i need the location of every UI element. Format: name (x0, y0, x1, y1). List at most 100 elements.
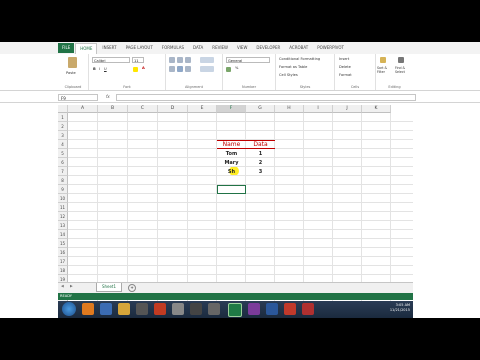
tab-acrobat[interactable]: ACROBAT (285, 43, 312, 53)
row-header-6[interactable]: 6 (58, 158, 68, 167)
column-header-d[interactable]: D (158, 105, 188, 113)
column-header-b[interactable]: B (98, 105, 128, 113)
tab-powerpivot[interactable]: POWERPIVOT (313, 43, 348, 53)
tab-developer[interactable]: DEVELOPER (252, 43, 284, 53)
add-sheet-button[interactable]: + (128, 284, 136, 292)
paste-icon[interactable] (68, 57, 77, 68)
tab-data[interactable]: DATA (189, 43, 207, 53)
format-button[interactable]: Format (339, 73, 352, 77)
column-header-i[interactable]: I (304, 105, 333, 113)
row-header-17[interactable]: 17 (58, 257, 68, 266)
font-color-icon[interactable]: A (142, 66, 145, 70)
fill-color-icon[interactable] (133, 67, 138, 72)
selected-cell[interactable] (217, 185, 246, 194)
merge-center-icon[interactable] (200, 66, 214, 72)
row-header-7[interactable]: 7 (58, 167, 68, 176)
row-header-16[interactable]: 16 (58, 248, 68, 257)
table-cell-data[interactable]: 1 (246, 150, 275, 158)
ie-icon[interactable] (100, 303, 112, 315)
row-header-5[interactable]: 5 (58, 149, 68, 158)
tab-file[interactable]: FILE (58, 43, 75, 53)
currency-icon[interactable] (226, 67, 231, 72)
row-header-13[interactable]: 13 (58, 221, 68, 230)
row-header-1[interactable]: 1 (58, 113, 68, 122)
app-icon-red[interactable] (154, 303, 166, 315)
table-cell-name[interactable]: Sh (217, 168, 246, 176)
row-header-9[interactable]: 9 (58, 185, 68, 194)
font-name-select[interactable]: Calibri (92, 57, 130, 63)
tab-home[interactable]: HOME (75, 42, 98, 54)
media-icon[interactable] (136, 303, 148, 315)
excel-icon[interactable] (228, 303, 242, 317)
find-select-icon[interactable] (398, 57, 404, 63)
sort-filter-button[interactable]: Sort & Filter (377, 66, 393, 74)
row-header-11[interactable]: 11 (58, 203, 68, 212)
column-header-g[interactable]: G (246, 105, 275, 113)
powerpoint-icon[interactable] (302, 303, 314, 315)
row-header-4[interactable]: 4 (58, 140, 68, 149)
delete-button[interactable]: Delete (339, 65, 351, 69)
format-as-table-button[interactable]: Format as Table (279, 65, 307, 69)
insert-button[interactable]: Insert (339, 57, 349, 61)
column-header-j[interactable]: J (333, 105, 362, 113)
tab-view[interactable]: VIEW (233, 43, 251, 53)
find-select-button[interactable]: Find & Select (395, 66, 412, 74)
sort-filter-icon[interactable] (380, 57, 386, 63)
word-icon[interactable] (266, 303, 278, 315)
align-center-icon[interactable] (177, 66, 183, 72)
table-cell-data[interactable]: 3 (246, 168, 275, 176)
name-box[interactable]: F9 (58, 94, 98, 101)
table-cell-name[interactable]: Tom (217, 150, 246, 158)
folder-icon[interactable] (118, 303, 130, 315)
row-header-2[interactable]: 2 (58, 122, 68, 131)
column-header-a[interactable]: A (68, 105, 98, 113)
acrobat-icon[interactable] (284, 303, 296, 315)
function-icon[interactable]: fx (106, 94, 110, 99)
scroll-right-icon[interactable]: ▶ (70, 284, 73, 288)
percent-icon[interactable]: % (235, 66, 238, 70)
start-button[interactable] (62, 302, 76, 316)
tab-formulas[interactable]: FORMULAS (158, 43, 188, 53)
table-cell-data[interactable]: 2 (246, 159, 275, 167)
underline-icon[interactable]: U (104, 67, 107, 71)
scroll-left-icon[interactable]: ◀ (61, 284, 64, 288)
column-header-c[interactable]: C (128, 105, 158, 113)
row-header-18[interactable]: 18 (58, 266, 68, 275)
app-icon-gray2[interactable] (208, 303, 220, 315)
tab-insert[interactable]: INSERT (98, 43, 120, 53)
select-all-corner[interactable] (58, 105, 68, 113)
wrap-text-icon[interactable] (200, 57, 214, 63)
column-header-e[interactable]: E (188, 105, 217, 113)
app-icon-purple[interactable] (248, 303, 260, 315)
firefox-icon[interactable] (82, 303, 94, 315)
clock[interactable]: 3:05 AM 11/21/2015 (390, 303, 410, 313)
italic-icon[interactable]: I (99, 67, 100, 71)
table-cell-name[interactable]: Mary (217, 159, 246, 167)
row-header-12[interactable]: 12 (58, 212, 68, 221)
spreadsheet-grid[interactable]: A B C D E F G H I J K 1 2 3 4 5 6 7 8 9 10 11 12 13 14 15 16 17 18 19… (58, 105, 413, 301)
app-icon-dark[interactable] (190, 303, 202, 315)
sheet-tab-sheet1[interactable]: Sheet1 (96, 283, 122, 292)
font-size-select[interactable]: 11 (132, 57, 144, 63)
number-format-select[interactable]: General (226, 57, 270, 63)
tab-page-layout[interactable]: PAGE LAYOUT (122, 43, 157, 53)
app-icon-gray[interactable] (172, 303, 184, 315)
align-left-icon[interactable] (169, 66, 175, 72)
align-middle-icon[interactable] (177, 57, 183, 63)
row-header-10[interactable]: 10 (58, 194, 68, 203)
column-header-f[interactable]: F (217, 105, 246, 113)
row-header-15[interactable]: 15 (58, 239, 68, 248)
column-header-h[interactable]: H (275, 105, 304, 113)
align-top-icon[interactable] (169, 57, 175, 63)
align-bottom-icon[interactable] (185, 57, 191, 63)
bold-icon[interactable]: B (93, 67, 96, 71)
row-header-14[interactable]: 14 (58, 230, 68, 239)
tab-review[interactable]: REVIEW (208, 43, 232, 53)
formula-input[interactable] (116, 94, 416, 101)
column-header-k[interactable]: K (362, 105, 391, 113)
align-right-icon[interactable] (185, 66, 191, 72)
conditional-formatting-button[interactable]: Conditional Formatting (279, 57, 320, 61)
paste-button[interactable]: Paste (66, 71, 76, 75)
cell-styles-button[interactable]: Cell Styles (279, 73, 298, 77)
row-header-8[interactable]: 8 (58, 176, 68, 185)
